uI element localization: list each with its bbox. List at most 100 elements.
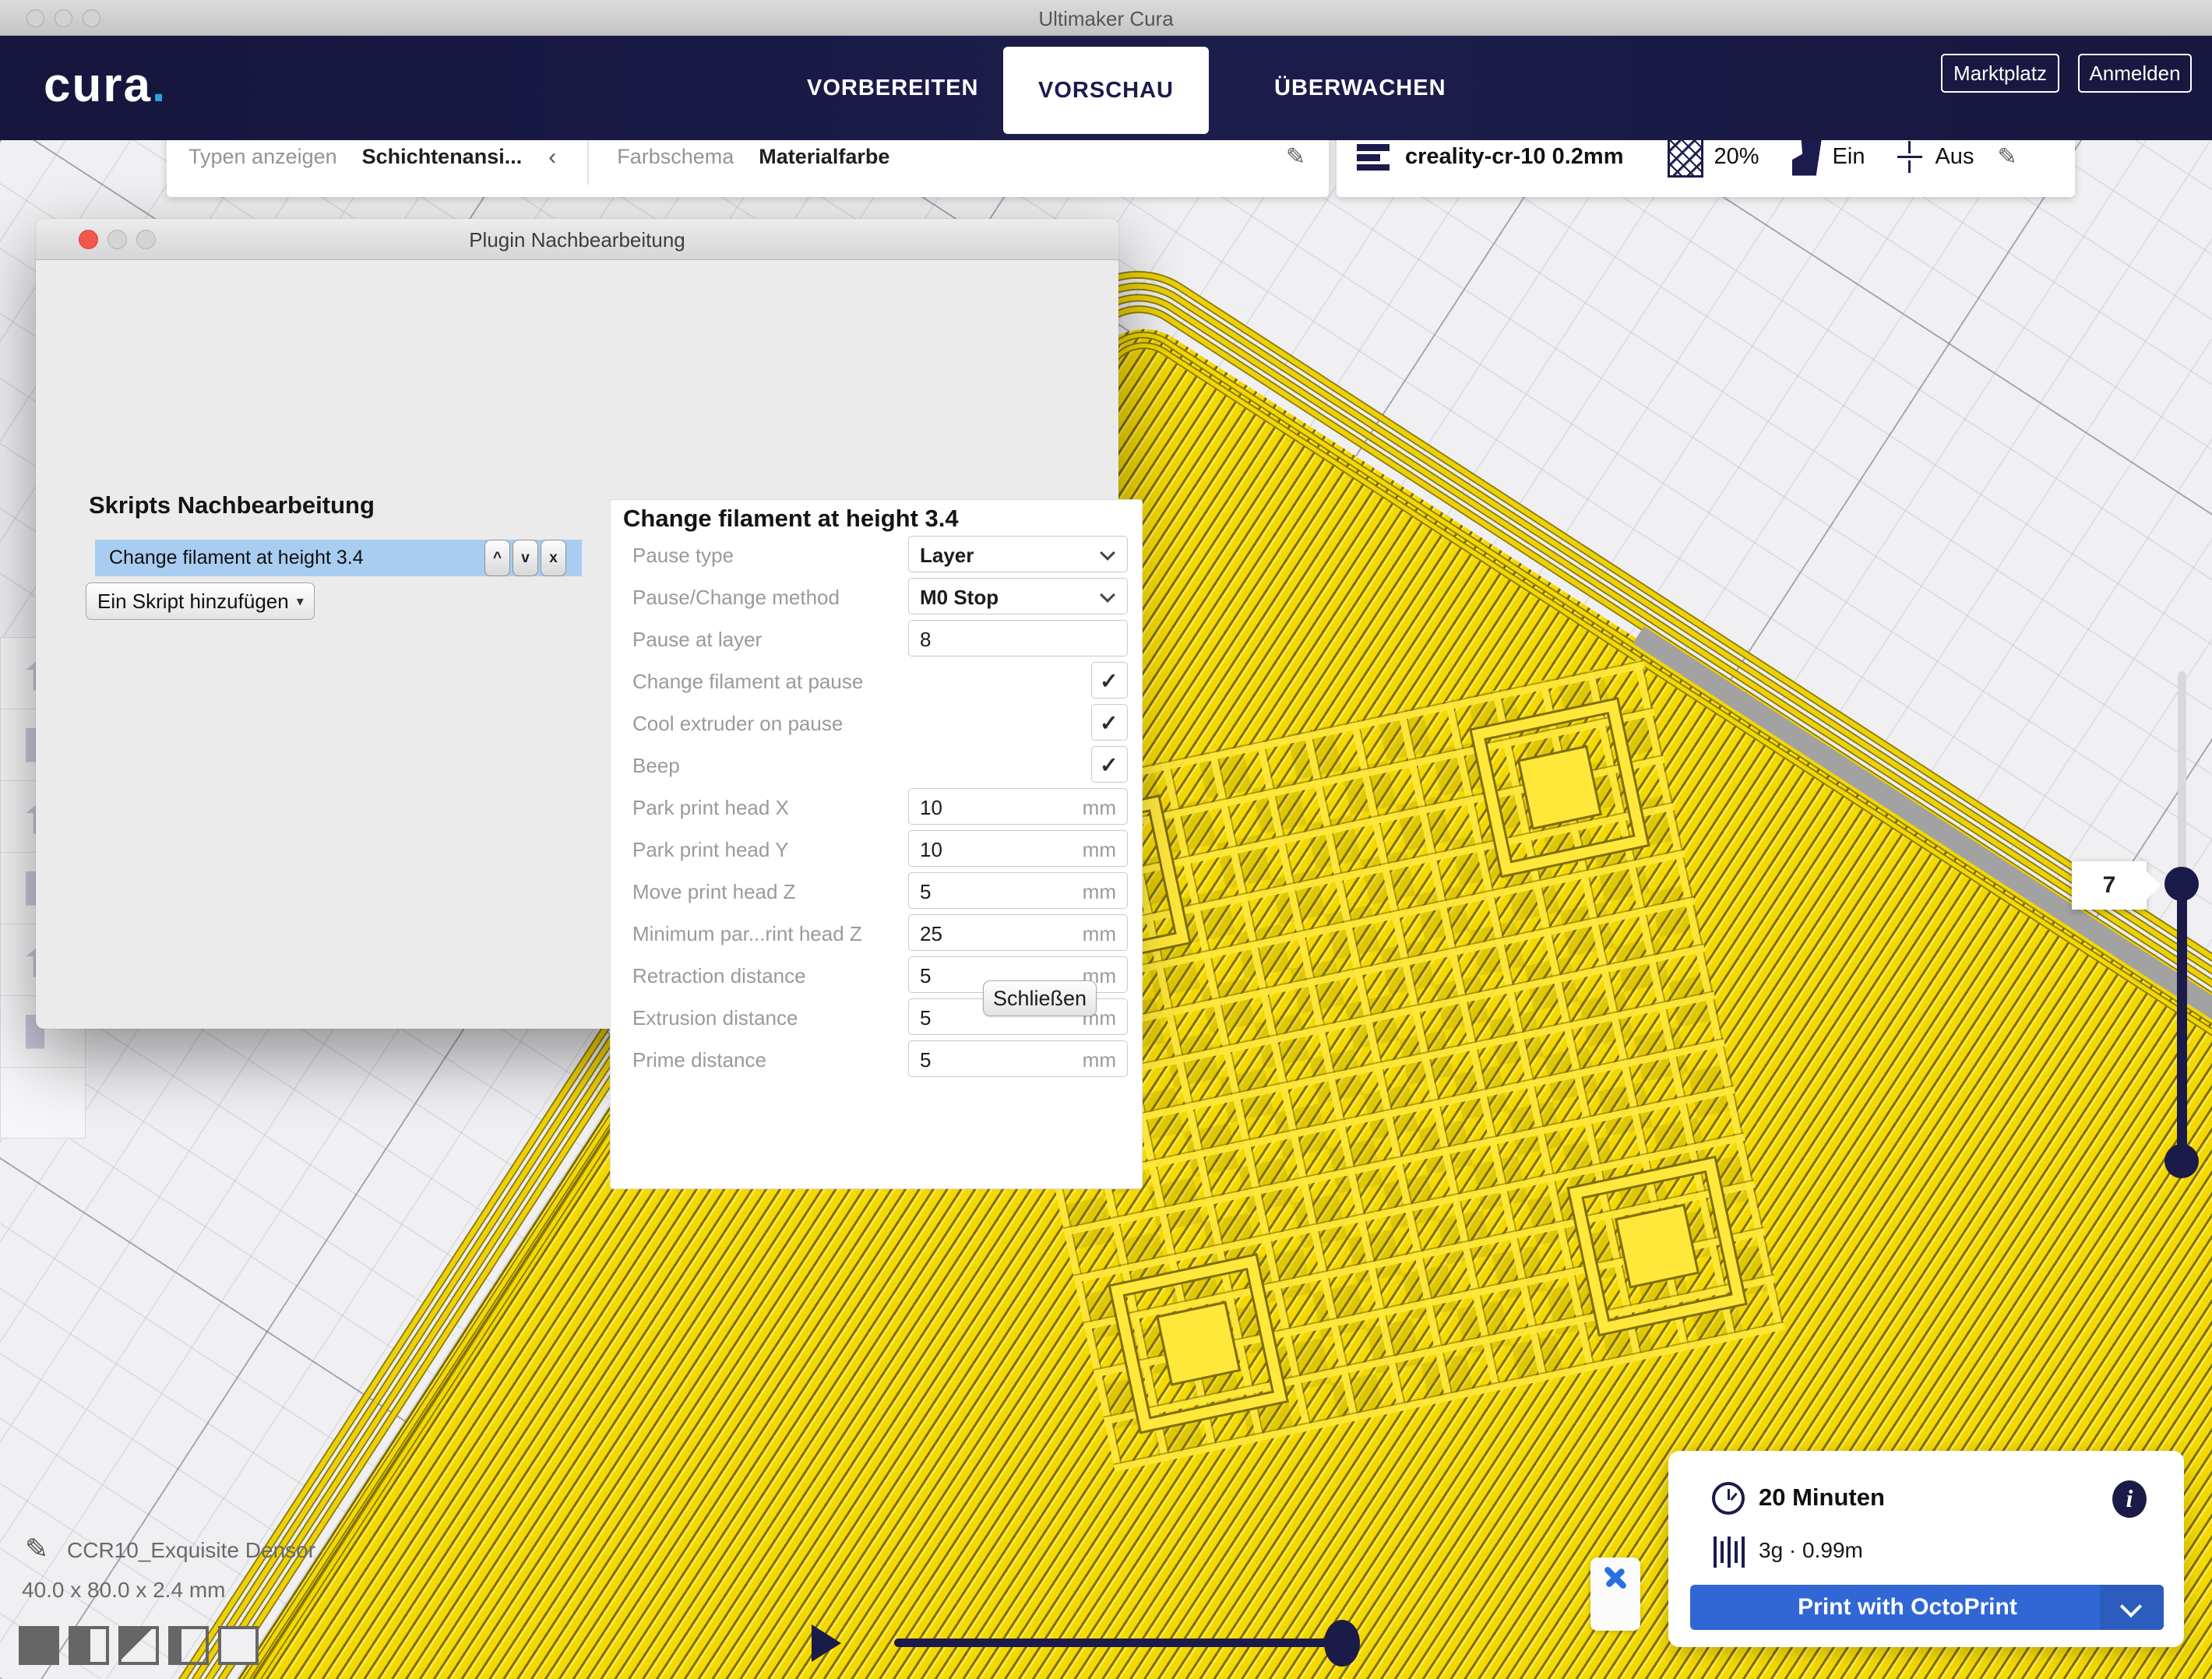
setting-value: 5 (920, 1006, 931, 1030)
view-left-button[interactable] (168, 1626, 209, 1665)
script-settings-panel: Change filament at height 3.4 Pause type… (610, 499, 1143, 1189)
dropdown-arrow-icon: ▾ (297, 593, 304, 610)
setting-value: 5 (920, 880, 931, 904)
close-dialog-button[interactable]: Schließen (983, 980, 1097, 1016)
signin-button[interactable]: Anmelden (2078, 54, 2192, 93)
script-move-down-button[interactable]: v (512, 540, 538, 576)
profile-layers-icon (1357, 144, 1390, 171)
app-header: cura. VORBEREITEN VORSCHAU ÜBERWACHEN Ma… (0, 36, 2212, 140)
cura-logo: cura. (44, 58, 167, 113)
collapse-chevron-icon[interactable]: ‹ (548, 144, 556, 171)
setting-label: Pause at layer (632, 628, 762, 652)
setting-label: Cool extruder on pause (632, 712, 843, 736)
setting-value: 5 (920, 964, 931, 988)
infill-value: 20% (1714, 144, 1759, 170)
setting-label: Minimum par...rint head Z (632, 922, 862, 946)
setting-row: Pause at layer 8 (623, 618, 1131, 660)
script-settings-heading: Change filament at height 3.4 (623, 505, 959, 533)
print-button-dropdown[interactable] (2100, 1585, 2164, 1630)
view-right-button[interactable] (218, 1626, 259, 1665)
setting-label: Change filament at pause (632, 670, 863, 694)
setting-input[interactable]: 5 mm (908, 1040, 1128, 1077)
color-scheme-label: Farbschema (617, 145, 734, 169)
post-processing-dialog: Plugin Nachbearbeitung Skripts Nachbearb… (36, 219, 1118, 1029)
path-slider-track[interactable] (894, 1639, 1342, 1647)
view-top-button[interactable] (118, 1626, 159, 1665)
setting-unit: mm (1083, 880, 1116, 904)
rename-model-icon[interactable]: ✎ (25, 1533, 48, 1565)
setting-value: 25 (920, 922, 942, 946)
setting-label: Park print head X (632, 796, 789, 820)
print-time: 20 Minuten (1759, 1484, 1885, 1512)
view-front-button[interactable] (69, 1626, 109, 1665)
filament-icon (1714, 1536, 1745, 1568)
setting-input[interactable]: 5 mm (908, 872, 1128, 909)
add-script-dropdown[interactable]: Ein Skript hinzufügen ▾ (86, 583, 315, 620)
layer-slider-range (2177, 884, 2187, 1164)
setting-row: Park print head X 10mm (623, 786, 1131, 828)
printer-profile-value: creality-cr-10 0.2mm (1405, 144, 1624, 170)
setting-row: Minimum par...rint head Z 25 mm (623, 912, 1131, 954)
view-3d-button[interactable] (19, 1626, 59, 1665)
layer-number-tooltip: 7 (2072, 861, 2147, 910)
logo-dot: . (152, 58, 167, 112)
dialog-title: Plugin Nachbearbeitung (36, 228, 1118, 252)
setting-input[interactable]: 8 (908, 620, 1128, 656)
adhesion-value: Aus (1935, 144, 1974, 170)
setting-dropdown[interactable]: M0 Stop (908, 578, 1128, 614)
setting-value: Layer (920, 544, 974, 568)
setting-label: Retraction distance (632, 964, 806, 988)
script-item-label: Change filament at height 3.4 (95, 547, 364, 569)
view-type-value[interactable]: Schichtenansi... (362, 145, 523, 169)
layer-slider-lower-handle[interactable] (2164, 1144, 2199, 1178)
support-value: Ein (1833, 144, 1865, 170)
setting-label: Extrusion distance (632, 1006, 798, 1030)
setting-input[interactable]: 25 mm (908, 914, 1128, 951)
setting-value: 5 (920, 1048, 931, 1072)
marketplace-button[interactable]: Marktplatz (1941, 54, 2059, 93)
script-remove-button[interactable]: x (541, 540, 566, 576)
setting-value: 10 (920, 838, 942, 862)
infill-icon (1668, 137, 1703, 178)
setting-label: Pause type (632, 544, 734, 568)
play-button[interactable] (812, 1624, 841, 1662)
setting-label: Prime distance (632, 1048, 766, 1072)
color-scheme-value[interactable]: Materialfarbe (759, 145, 889, 169)
setting-value: ✓ (1100, 752, 1118, 778)
tab-vorschau[interactable]: VORSCHAU (1003, 47, 1209, 134)
setting-checkbox[interactable]: ✓ (1091, 704, 1128, 741)
setting-unit: mm (1083, 1048, 1116, 1072)
tab-vorbereiten[interactable]: VORBEREITEN (771, 47, 1014, 129)
setting-row: Change filament at pause ✓ (623, 660, 1131, 702)
clock-icon (1712, 1482, 1745, 1515)
setting-row: Prime distance 5 mm (623, 1038, 1131, 1080)
setting-label: Beep (632, 754, 680, 778)
setting-value: 10 (920, 796, 942, 820)
window-titlebar: Ultimaker Cura (0, 0, 2212, 36)
model-dimensions: 40.0 x 80.0 x 2.4 mm (22, 1578, 225, 1603)
setting-input[interactable]: 10mm (908, 830, 1128, 867)
path-slider-handle[interactable] (1324, 1620, 1360, 1667)
setting-row: Pause type Layer (623, 533, 1131, 576)
setting-input[interactable]: 10mm (908, 788, 1128, 825)
layer-slider-upper-handle[interactable] (2164, 867, 2199, 901)
setting-value: 8 (920, 628, 931, 652)
setting-value: ✓ (1100, 668, 1118, 694)
tab-ueberwachen[interactable]: ÜBERWACHEN (1238, 47, 1482, 129)
window-title: Ultimaker Cura (0, 7, 2212, 31)
chevron-down-icon (1100, 545, 1115, 561)
print-tools-button[interactable] (1590, 1558, 1640, 1631)
setting-label: Move print head Z (632, 880, 796, 904)
print-with-octoprint-button[interactable]: Print with OctoPrint (1690, 1585, 2164, 1630)
setting-checkbox[interactable]: ✓ (1091, 746, 1128, 783)
setting-unit: mm (1083, 922, 1116, 946)
dialog-titlebar[interactable]: Plugin Nachbearbeitung (36, 219, 1118, 260)
model-name: CCR10_Exquisite Densor (67, 1538, 315, 1563)
setting-dropdown[interactable]: Layer (908, 536, 1128, 572)
edit-view-settings-icon[interactable]: ✎ (1286, 143, 1305, 171)
info-icon[interactable]: i (2112, 1480, 2147, 1518)
script-move-up-button[interactable]: ^ (484, 540, 510, 576)
edit-print-settings-icon[interactable]: ✎ (1997, 143, 2017, 171)
chevron-down-icon (1100, 587, 1115, 603)
setting-checkbox[interactable]: ✓ (1091, 662, 1128, 699)
